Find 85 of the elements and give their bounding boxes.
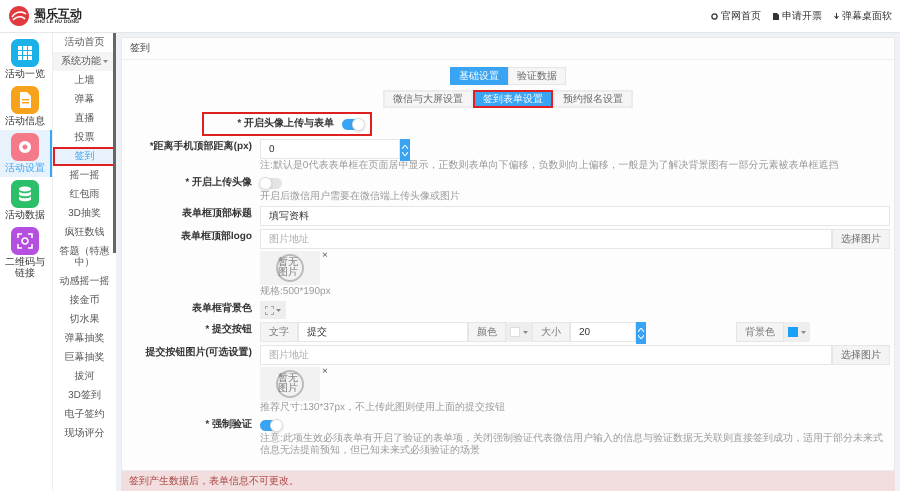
font-size-input[interactable]: 20: [570, 322, 636, 342]
menu-item[interactable]: 拔河: [53, 367, 116, 386]
field-label: * 开启上传头像: [184, 175, 252, 190]
field-label: * 提交按钮: [204, 322, 252, 337]
help-text: 规格:500*190px: [260, 286, 332, 298]
circle-icon: [711, 12, 718, 20]
menu-item[interactable]: 接金币: [53, 291, 116, 310]
sub-tab[interactable]: 微信与大屏设置: [383, 90, 473, 108]
distance-input[interactable]: 0: [260, 139, 400, 159]
help-text: 推荐尺寸:130*37px，不上传此图则使用上面的提交按钮: [260, 402, 506, 414]
menu-item[interactable]: 上墙: [53, 71, 116, 90]
grid-app-icon: [11, 39, 39, 67]
help-text: 注:默认是0代表表单框在页面居中显示，正数则表单向下偏移，负数则向上偏移，一般是为了解决背景图有一部分元素被表单框遮挡: [260, 160, 840, 172]
input-addon: 背景色: [736, 322, 784, 342]
menu-item[interactable]: 答题（特惠中）: [53, 242, 116, 272]
color-picker[interactable]: [260, 301, 286, 319]
logo-text: 蜀乐互动: [34, 8, 82, 20]
spinner-button[interactable]: [400, 139, 410, 161]
logo-icon: [8, 5, 30, 27]
up-chevron-icon: [402, 144, 408, 148]
field-label: * 强制验证: [204, 418, 252, 432]
download-icon: [834, 12, 839, 20]
header-link[interactable]: 官网首页: [711, 8, 761, 24]
toggle-switch[interactable]: [260, 420, 282, 430]
caret-icon: [801, 330, 806, 334]
field-label: *距离手机顶部距离(px): [148, 139, 252, 154]
no-image-label: 暂无图片: [276, 370, 304, 398]
menu-item[interactable]: 3D抽奖: [53, 204, 116, 223]
file-icon: [773, 12, 779, 20]
toggle-switch[interactable]: [260, 178, 282, 188]
panel-title: 签到: [122, 38, 894, 60]
menu-item[interactable]: 现场评分: [53, 424, 116, 443]
menu-item[interactable]: 电子签约: [53, 405, 116, 424]
caret-icon: [523, 330, 528, 334]
sidebar-app-item[interactable]: 活动一览: [0, 36, 52, 83]
field-label: 提交按钮图片(可选设置): [144, 345, 252, 360]
menu-item[interactable]: 活动首页: [53, 33, 116, 52]
field-label: 表单框顶部标题: [181, 206, 252, 221]
sidebar-app-item[interactable]: 活动数据: [0, 177, 52, 224]
choose-image-button[interactable]: 选择图片: [832, 229, 890, 249]
menu-item[interactable]: 投票: [53, 128, 116, 147]
menu-item[interactable]: 弹幕抽奖: [53, 329, 116, 348]
gear-app-icon: [11, 133, 39, 161]
menu-item[interactable]: 疯狂数钱: [53, 223, 116, 242]
menu-item[interactable]: 动感摇一摇: [53, 272, 116, 291]
field-label: * 开启头像上传与表单: [236, 116, 334, 131]
menu-item[interactable]: 巨幕抽奖: [53, 348, 116, 367]
text-color-picker[interactable]: [506, 322, 532, 342]
sidebar-app-item[interactable]: 二维码与链接: [0, 224, 52, 282]
input-addon: 大小: [532, 322, 570, 342]
down-chevron-icon: [402, 152, 408, 156]
menu-item[interactable]: 红包雨: [53, 185, 116, 204]
sidebar-app-item[interactable]: 活动信息: [0, 83, 52, 130]
up-chevron-icon: [638, 328, 644, 332]
field-label: 表单框背景色: [191, 302, 252, 316]
input-addon: 文字: [260, 322, 298, 342]
menu-item[interactable]: 切水果: [53, 310, 116, 329]
db-app-icon: [11, 180, 39, 208]
menu-item[interactable]: 弹幕: [53, 90, 116, 109]
remove-image-button[interactable]: ×: [322, 367, 328, 377]
field-label: 表单框顶部logo: [180, 230, 252, 244]
doc-app-icon: [11, 86, 39, 114]
choose-image-button[interactable]: 选择图片: [832, 345, 890, 365]
input-addon: 颜色: [468, 322, 506, 342]
tab[interactable]: 验证数据: [508, 67, 566, 85]
menu-item[interactable]: 摇一摇: [53, 166, 116, 185]
help-text: 开启后微信用户需要在微信端上传头像或图片: [260, 191, 461, 203]
caret-icon: [103, 60, 108, 63]
qr-app-icon: [11, 227, 39, 255]
toggle-switch[interactable]: [342, 118, 364, 130]
warning-alert: 签到产生数据后，表单信息不可更改。: [121, 471, 895, 491]
menu-item[interactable]: 3D签到: [53, 386, 116, 405]
header-link[interactable]: 申请开票: [773, 8, 822, 24]
menu-item[interactable]: 直播: [53, 109, 116, 128]
sub-tab[interactable]: 预约报名设置: [553, 90, 633, 108]
spinner-button[interactable]: [636, 322, 646, 344]
down-chevron-icon: [638, 334, 644, 338]
remove-image-button[interactable]: ×: [322, 251, 328, 261]
no-image-label: 暂无图片: [276, 254, 304, 282]
menu-item[interactable]: 系统功能: [53, 52, 116, 71]
caret-icon: [276, 308, 281, 312]
header-link[interactable]: 弹幕桌面软: [834, 8, 892, 24]
title-input[interactable]: 填写资料: [260, 206, 890, 226]
button-text-input[interactable]: 提交: [298, 322, 468, 342]
help-text: 注意:此项生效必须表单有开启了验证的表单项，关闭强制验证代表微信用户输入的信息与验证数据无关联则直接签到成功，适用于部分未来式信息无法提前预知，但已知未来式必须验证的场景: [260, 433, 884, 457]
